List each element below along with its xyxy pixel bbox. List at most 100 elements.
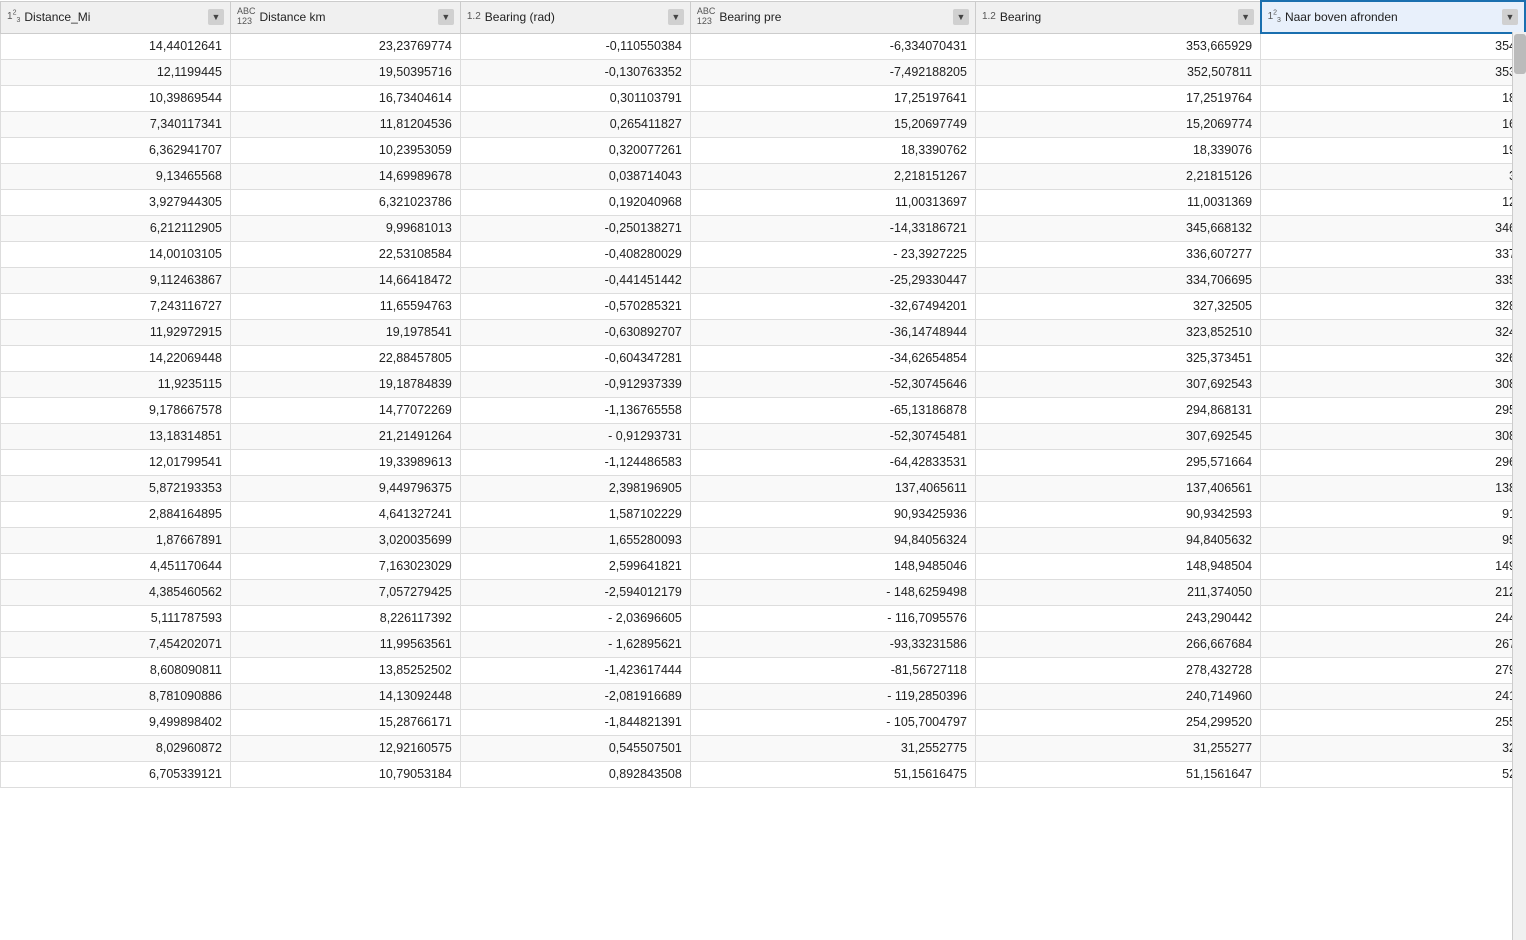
table-cell: 0,301103791 (460, 85, 690, 111)
table-row: 11,9297291519,1978541-0,630892707-36,147… (1, 319, 1526, 345)
table-cell: 22,88457805 (230, 345, 460, 371)
table-row: 6,70533912110,790531840,89284350851,1561… (1, 761, 1526, 787)
col-label-bearing-rad: Bearing (rad) (485, 10, 664, 24)
table-cell: 279 (1261, 657, 1525, 683)
table-cell: 243,290442 (975, 605, 1260, 631)
table-cell: -6,334070431 (690, 33, 975, 59)
table-cell: 294,868131 (975, 397, 1260, 423)
table-cell: 296 (1261, 449, 1525, 475)
table-cell: 19,1978541 (230, 319, 460, 345)
table-cell: 21,21491264 (230, 423, 460, 449)
table-cell: - 119,2850396 (690, 683, 975, 709)
table-cell: 334,706695 (975, 267, 1260, 293)
scrollbar[interactable] (1512, 32, 1526, 940)
table-row: 14,2206944822,88457805-0,604347281-34,62… (1, 345, 1526, 371)
table-cell: 10,79053184 (230, 761, 460, 787)
table-cell: -52,30745481 (690, 423, 975, 449)
table-cell: 352,507811 (975, 59, 1260, 85)
table-row: 9,11246386714,66418472-0,441451442-25,29… (1, 267, 1526, 293)
table-cell: 19,18784839 (230, 371, 460, 397)
table-cell: 14,66418472 (230, 267, 460, 293)
table-cell: - 23,3927225 (690, 241, 975, 267)
table-row: 5,8721933539,4497963752,398196905137,406… (1, 475, 1526, 501)
scroll-thumb[interactable] (1514, 34, 1526, 74)
table-row: 1,876678913,0200356991,65528009394,84056… (1, 527, 1526, 553)
table-cell: 308 (1261, 371, 1525, 397)
table-cell: -25,29330447 (690, 267, 975, 293)
table-cell: -0,250138271 (460, 215, 690, 241)
table-cell: 324 (1261, 319, 1525, 345)
col-label-dist-km: Distance km (259, 10, 433, 24)
table-cell: 94,84056324 (690, 527, 975, 553)
col-dropdown-bearing[interactable]: ▼ (1238, 9, 1254, 25)
table-cell: 31,2552775 (690, 735, 975, 761)
table-cell: 7,340117341 (1, 111, 231, 137)
table-cell: 94,8405632 (975, 527, 1260, 553)
data-table: 123 Distance_Mi ▼ ABC123 Distance km ▼ 1… (0, 0, 1526, 940)
table-cell: 308 (1261, 423, 1525, 449)
table-cell: -36,14748944 (690, 319, 975, 345)
table-row: 6,36294170710,239530590,32007726118,3390… (1, 137, 1526, 163)
table-cell: 240,714960 (975, 683, 1260, 709)
table-cell: 211,374050 (975, 579, 1260, 605)
table-cell: 17,2519764 (975, 85, 1260, 111)
table-cell: 354 (1261, 33, 1525, 59)
table-cell: 4,385460562 (1, 579, 231, 605)
table-cell: -65,13186878 (690, 397, 975, 423)
table-row: 14,0010310522,53108584-0,408280029- 23,3… (1, 241, 1526, 267)
table-cell: 2,398196905 (460, 475, 690, 501)
table-cell: 18,339076 (975, 137, 1260, 163)
table-cell: 255 (1261, 709, 1525, 735)
table-cell: -1,844821391 (460, 709, 690, 735)
table-cell: 9,112463867 (1, 267, 231, 293)
table-cell: 244 (1261, 605, 1525, 631)
table-cell: 8,781090886 (1, 683, 231, 709)
table-row: 3,9279443056,3210237860,19204096811,0031… (1, 189, 1526, 215)
table-cell: 337 (1261, 241, 1525, 267)
table-cell: 11,0031369 (975, 189, 1260, 215)
col-dropdown-naar-boven[interactable]: ▼ (1502, 9, 1518, 25)
col-type-icon-dist-km: ABC123 (237, 7, 256, 27)
table-cell: 137,4065611 (690, 475, 975, 501)
table-cell: -64,42833531 (690, 449, 975, 475)
table-cell: 95 (1261, 527, 1525, 553)
table-cell: -32,67494201 (690, 293, 975, 319)
table-cell: 4,641327241 (230, 501, 460, 527)
table-cell: 307,692543 (975, 371, 1260, 397)
col-type-icon-naar-boven: 123 (1268, 10, 1281, 24)
table-cell: 6,212112905 (1, 215, 231, 241)
table-row: 8,0296087212,921605750,54550750131,25527… (1, 735, 1526, 761)
table-cell: 3,927944305 (1, 189, 231, 215)
col-dropdown-bearing-rad[interactable]: ▼ (668, 9, 684, 25)
table-cell: 2,884164895 (1, 501, 231, 527)
table-cell: 90,93425936 (690, 501, 975, 527)
table-cell: 14,44012641 (1, 33, 231, 59)
table-cell: 9,13465568 (1, 163, 231, 189)
table-cell: 1,587102229 (460, 501, 690, 527)
table-cell: 10,39869544 (1, 85, 231, 111)
table-cell: 307,692545 (975, 423, 1260, 449)
table-cell: -1,136765558 (460, 397, 690, 423)
table-cell: 90,9342593 (975, 501, 1260, 527)
table-cell: 2,218151267 (690, 163, 975, 189)
table-cell: 3 (1261, 163, 1525, 189)
table-cell: 4,451170644 (1, 553, 231, 579)
table-row: 10,3986954416,734046140,30110379117,2519… (1, 85, 1526, 111)
col-dropdown-dist-mi[interactable]: ▼ (208, 9, 224, 25)
col-dropdown-dist-km[interactable]: ▼ (438, 9, 454, 25)
table-cell: 14,69989678 (230, 163, 460, 189)
table-cell: 11,65594763 (230, 293, 460, 319)
table-row: 9,1346556814,699896780,0387140432,218151… (1, 163, 1526, 189)
col-dropdown-bearing-pre[interactable]: ▼ (953, 9, 969, 25)
table-cell: 19,33989613 (230, 449, 460, 475)
table-cell: 2,599641821 (460, 553, 690, 579)
table-cell: 0,545507501 (460, 735, 690, 761)
table-cell: 8,226117392 (230, 605, 460, 631)
table-cell: 148,948504 (975, 553, 1260, 579)
table-cell: 6,362941707 (1, 137, 231, 163)
table-cell: 325,373451 (975, 345, 1260, 371)
table-cell: 15,2069774 (975, 111, 1260, 137)
table-cell: 7,454202071 (1, 631, 231, 657)
table-cell: 327,32505 (975, 293, 1260, 319)
table-row: 4,4511706447,1630230292,599641821148,948… (1, 553, 1526, 579)
